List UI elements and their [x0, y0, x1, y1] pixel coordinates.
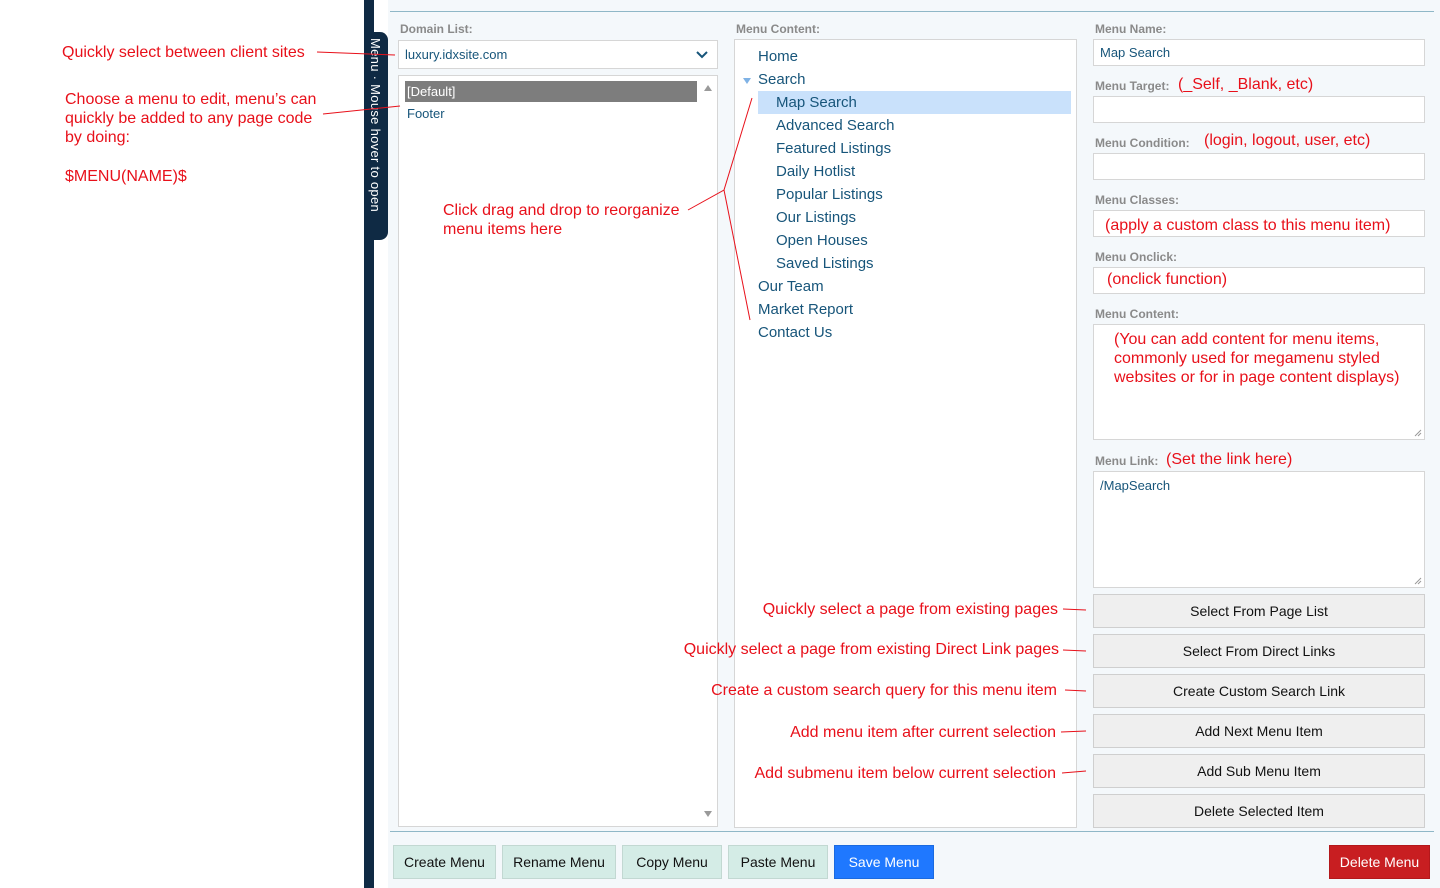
annotation-menu-code: $MENU(NAME)$: [65, 168, 187, 185]
menu-classes-label: Menu Classes:: [1095, 193, 1180, 207]
domain-list-label: Domain List:: [400, 22, 473, 36]
annotation-choose-menu: Choose a menu to edit, menu’s can quickl…: [65, 91, 317, 146]
domain-selected-value: luxury.idxsite.com: [405, 47, 508, 62]
tree-item-popular-listings[interactable]: Popular Listings: [776, 183, 883, 206]
tree-item-saved-listings[interactable]: Saved Listings: [776, 252, 874, 275]
domain-select[interactable]: luxury.idxsite.com: [398, 40, 718, 69]
annotation-sub-item: Add submenu item below current selection: [754, 765, 1057, 782]
menu-content-field-label: Menu Content:: [1095, 307, 1179, 321]
annotation-drag-drop: Click drag and drop to reorganize menu i…: [443, 202, 680, 238]
rename-menu-button[interactable]: Rename Menu: [502, 845, 616, 879]
resize-handle-icon[interactable]: [1414, 429, 1422, 437]
menu-name-label: Menu Name:: [1095, 22, 1167, 36]
sidebar-hover-tab[interactable]: Menu · Mouse hover to open: [364, 32, 388, 240]
create-menu-button[interactable]: Create Menu: [393, 845, 496, 879]
annotation-next-item: Add menu item after current selection: [790, 724, 1056, 741]
tree-item-map-search[interactable]: Map Search: [758, 91, 1071, 114]
menu-link-textarea[interactable]: /MapSearch: [1093, 471, 1425, 588]
create-custom-search-button[interactable]: Create Custom Search Link: [1093, 674, 1425, 708]
menu-content-tree[interactable]: Home Search Map Search Advanced Search F…: [734, 39, 1077, 828]
annotation-classes-hint: (apply a custom class to this menu item): [1105, 217, 1391, 234]
menu-link-value: /MapSearch: [1100, 478, 1171, 493]
add-next-item-button[interactable]: Add Next Menu Item: [1093, 714, 1425, 748]
annotation-onclick-hint: (onclick function): [1107, 271, 1228, 288]
delete-menu-button[interactable]: Delete Menu: [1329, 845, 1430, 879]
scroll-down-icon[interactable]: [703, 810, 713, 818]
save-menu-button[interactable]: Save Menu: [834, 845, 934, 879]
annotation-custom-search: Create a custom search query for this me…: [711, 682, 1057, 699]
annotation-client-sites: Quickly select between client sites: [62, 44, 305, 61]
menu-content-label: Menu Content:: [736, 22, 820, 36]
menu-list[interactable]: [Default] Footer: [398, 75, 718, 827]
paste-menu-button[interactable]: Paste Menu: [728, 845, 828, 879]
chevron-down-icon: [696, 50, 708, 58]
sidebar-tab-text: Menu · Mouse hover to open: [368, 38, 383, 213]
tree-item-market-report[interactable]: Market Report: [758, 298, 853, 321]
annotation-direct-links: Quickly select a page from existing Dire…: [683, 641, 1059, 658]
tree-item-our-listings[interactable]: Our Listings: [776, 206, 856, 229]
menu-onclick-label: Menu Onclick:: [1095, 250, 1178, 264]
tree-item-our-team[interactable]: Our Team: [758, 275, 824, 298]
select-direct-links-button[interactable]: Select From Direct Links: [1093, 634, 1425, 668]
tree-expanded-icon[interactable]: [742, 77, 752, 85]
scroll-up-icon[interactable]: [703, 84, 713, 92]
menu-target-input[interactable]: [1093, 96, 1425, 123]
menu-condition-input[interactable]: [1093, 153, 1425, 180]
menu-condition-label: Menu Condition:: [1095, 136, 1190, 150]
menu-name-input[interactable]: Map Search: [1093, 39, 1425, 66]
delete-selected-item-button[interactable]: Delete Selected Item: [1093, 794, 1425, 828]
annotation-page-list: Quickly select a page from existing page…: [762, 601, 1058, 618]
add-sub-item-button[interactable]: Add Sub Menu Item: [1093, 754, 1425, 788]
tree-item-contact-us[interactable]: Contact Us: [758, 321, 832, 344]
divider-top: [390, 11, 1434, 12]
resize-handle-icon[interactable]: [1414, 577, 1422, 585]
annotation-target-hint: (_Self, _Blank, etc): [1178, 76, 1314, 93]
annotation-condition-hint: (login, logout, user, etc): [1204, 132, 1371, 149]
select-page-list-button[interactable]: Select From Page List: [1093, 594, 1425, 628]
divider-bottom: [390, 831, 1434, 832]
tree-item-open-houses[interactable]: Open Houses: [776, 229, 868, 252]
annotation-content-hint: (You can add content for menu items, com…: [1114, 331, 1400, 386]
tree-item-search[interactable]: Search: [758, 68, 806, 91]
tree-item-featured-listings[interactable]: Featured Listings: [776, 137, 891, 160]
tree-item-daily-hotlist[interactable]: Daily Hotlist: [776, 160, 855, 183]
annotation-link-hint: (Set the link here): [1166, 451, 1293, 468]
menu-target-label: Menu Target:: [1095, 79, 1170, 93]
tree-item-advanced-search[interactable]: Advanced Search: [776, 114, 894, 137]
menu-link-label: Menu Link:: [1095, 454, 1159, 468]
tree-item-home[interactable]: Home: [758, 45, 798, 68]
menu-list-item-footer[interactable]: Footer: [405, 103, 697, 124]
copy-menu-button[interactable]: Copy Menu: [622, 845, 722, 879]
menu-list-item-default[interactable]: [Default]: [405, 81, 697, 102]
